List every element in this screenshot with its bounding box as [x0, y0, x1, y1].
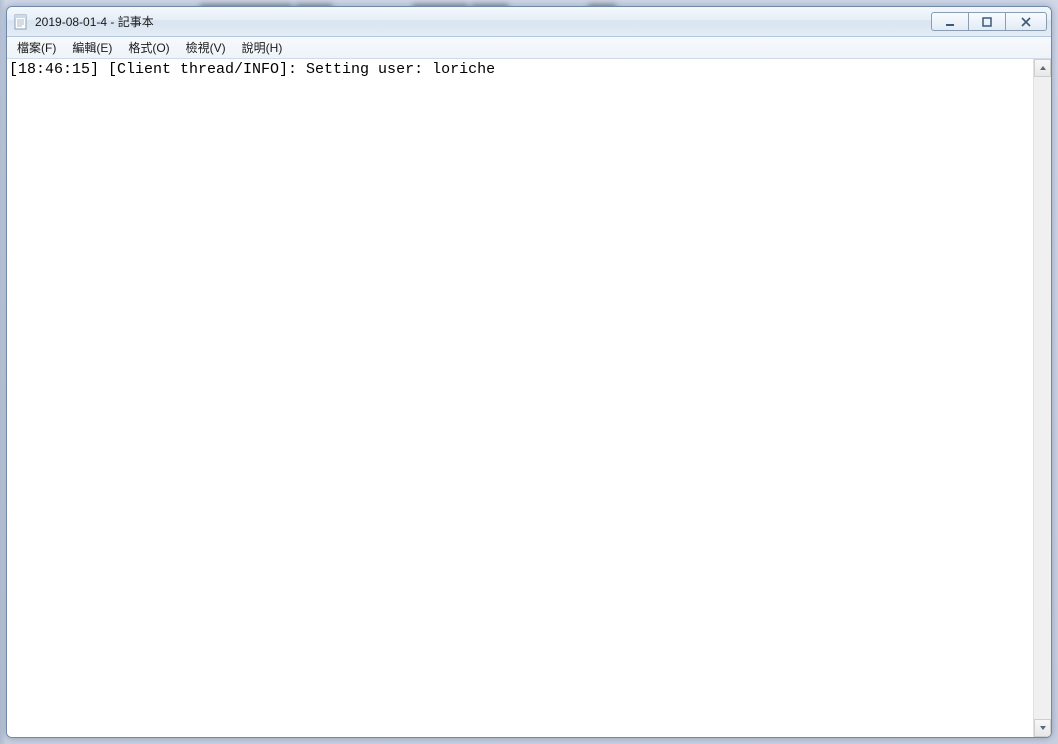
menu-view[interactable]: 檢視(V) [178, 37, 234, 58]
menu-edit[interactable]: 編輯(E) [64, 37, 120, 58]
notepad-icon [13, 14, 29, 30]
menubar: 檔案(F) 編輯(E) 格式(O) 檢視(V) 說明(H) [7, 37, 1051, 59]
vertical-scrollbar[interactable] [1033, 59, 1051, 737]
menu-file[interactable]: 檔案(F) [9, 37, 64, 58]
scroll-up-button[interactable] [1034, 59, 1051, 77]
content-area [7, 59, 1051, 737]
text-editor[interactable] [7, 59, 1033, 737]
menu-help[interactable]: 說明(H) [234, 37, 291, 58]
scroll-down-button[interactable] [1034, 719, 1051, 737]
window-controls [932, 12, 1047, 31]
maximize-button[interactable] [968, 12, 1006, 31]
notepad-window: 2019-08-01-4 - 記事本 檔案(F) 編輯(E) 格式(O) 檢視(… [6, 6, 1052, 738]
menu-format[interactable]: 格式(O) [120, 37, 177, 58]
titlebar[interactable]: 2019-08-01-4 - 記事本 [7, 7, 1051, 37]
minimize-button[interactable] [931, 12, 969, 31]
close-button[interactable] [1005, 12, 1047, 31]
scroll-track[interactable] [1034, 77, 1051, 719]
window-title: 2019-08-01-4 - 記事本 [35, 13, 932, 30]
